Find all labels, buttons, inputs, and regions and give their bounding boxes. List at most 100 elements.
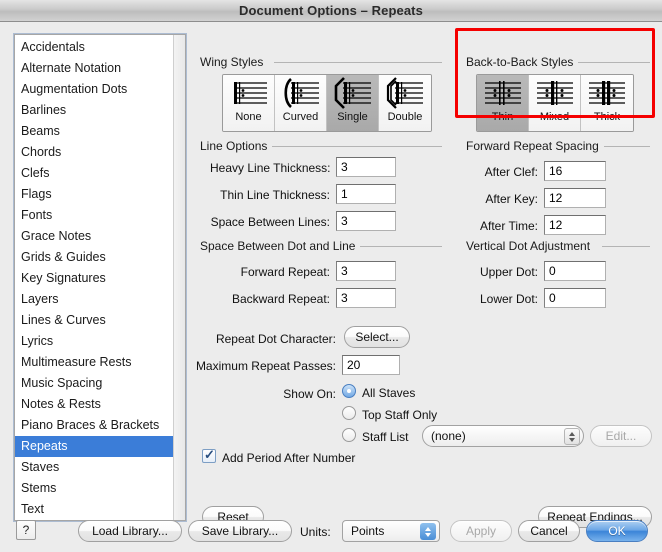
help-button[interactable]: ? — [16, 520, 36, 540]
wing-style-option-curved[interactable]: Curved — [275, 75, 327, 131]
wing-style-label-curved: Curved — [282, 111, 319, 123]
staff-list-dropdown[interactable]: (none) — [422, 425, 584, 447]
add-period-after-number-label: Add Period After Number — [222, 451, 356, 465]
back-to-back-label-mixed: Mixed — [539, 111, 570, 123]
sidebar-item-flags[interactable]: Flags — [15, 184, 173, 205]
units-dropdown[interactable]: Points — [342, 520, 440, 542]
after-key-label: After Key: — [485, 192, 538, 206]
staff-list-value: (none) — [431, 429, 466, 443]
back-to-back-label-thin: Thin — [491, 111, 514, 123]
repeat-barline-curved-icon — [281, 75, 321, 111]
sidebar-item-fonts[interactable]: Fonts — [15, 205, 173, 226]
units-label: Units: — [300, 525, 331, 539]
sidebar-item-clefs[interactable]: Clefs — [15, 163, 173, 184]
cancel-button[interactable]: Cancel — [518, 520, 580, 542]
apply-button[interactable]: Apply — [450, 520, 512, 542]
sidebar-item-staves[interactable]: Staves — [15, 457, 173, 478]
backward-repeat-input[interactable]: 3 — [336, 288, 396, 308]
sidebar-item-repeats[interactable]: Repeats — [15, 436, 173, 457]
back-to-back-label-thick: Thick — [593, 111, 621, 123]
wing-style-option-double[interactable]: Double — [379, 75, 431, 131]
vertical-dot-adjustment-group-label: Vertical Dot Adjustment — [466, 239, 596, 253]
back-to-back-styles-picker[interactable]: Thin Mixed Thick — [476, 74, 634, 132]
after-key-input[interactable]: 12 — [544, 188, 606, 208]
sidebar-item-music-spacing[interactable]: Music Spacing — [15, 373, 173, 394]
units-stepper-icon[interactable] — [420, 523, 436, 540]
show-on-radio-top-staff-only[interactable] — [342, 406, 356, 420]
space-between-lines-input[interactable]: 3 — [336, 211, 396, 231]
forward-repeat-label: Forward Repeat: — [240, 265, 330, 279]
space-between-dot-and-line-group-rule — [356, 246, 442, 247]
wing-styles-picker[interactable]: None Curved Single Double — [222, 74, 432, 132]
sidebar-item-stems[interactable]: Stems — [15, 478, 173, 499]
ok-button[interactable]: OK — [586, 520, 648, 542]
category-list-scrollbar[interactable] — [173, 35, 185, 520]
after-clef-label: After Clef: — [484, 165, 538, 179]
line-options-group-rule — [272, 146, 442, 147]
sidebar-item-accidentals[interactable]: Accidentals — [15, 37, 173, 58]
show-on-radio-all-staves[interactable] — [342, 384, 356, 398]
load-library-button[interactable]: Load Library... — [78, 520, 182, 542]
upper-dot-input[interactable]: 0 — [544, 261, 606, 281]
after-clef-input[interactable]: 16 — [544, 161, 606, 181]
show-on-label-top-staff-only: Top Staff Only — [362, 408, 438, 422]
sidebar-item-beams[interactable]: Beams — [15, 121, 173, 142]
back-to-back-styles-group-rule — [574, 62, 650, 63]
heavy-line-thickness-input[interactable]: 3 — [336, 157, 396, 177]
thin-line-thickness-input[interactable]: 1 — [336, 184, 396, 204]
forward-repeat-spacing-group-label: Forward Repeat Spacing — [466, 139, 604, 153]
category-list-items[interactable]: Accidentals Alternate Notation Augmentatio… — [15, 37, 173, 520]
sidebar-item-piano-braces-brackets[interactable]: Piano Braces & Brackets — [15, 415, 173, 436]
maximum-repeat-passes-label: Maximum Repeat Passes: — [195, 359, 336, 373]
edit-staff-list-button[interactable]: Edit... — [590, 425, 652, 447]
sidebar-item-lyrics[interactable]: Lyrics — [15, 331, 173, 352]
back-to-back-mixed-icon — [534, 75, 576, 111]
maximum-repeat-passes-input[interactable]: 20 — [342, 355, 400, 375]
lower-dot-input[interactable]: 0 — [544, 288, 606, 308]
repeat-barline-double-icon — [385, 75, 425, 111]
repeat-dot-character-label: Repeat Dot Character: — [215, 332, 336, 346]
wing-style-option-single[interactable]: Single — [327, 75, 379, 131]
show-on-label-staff-list: Staff List — [362, 430, 409, 444]
sidebar-item-notes-rests[interactable]: Notes & Rests — [15, 394, 173, 415]
document-options-dialog: Accidentals Alternate Notation Augmentatio… — [0, 22, 662, 552]
forward-repeat-spacing-group-rule — [596, 146, 650, 147]
after-time-input[interactable]: 12 — [544, 215, 606, 235]
sidebar-item-multimeasure-rests[interactable]: Multimeasure Rests — [15, 352, 173, 373]
sidebar-item-barlines[interactable]: Barlines — [15, 100, 173, 121]
sidebar-item-augmentation-dots[interactable]: Augmentation Dots — [15, 79, 173, 100]
back-to-back-styles-group-label: Back-to-Back Styles — [466, 55, 579, 69]
window-title: Document Options – Repeats — [239, 3, 423, 18]
wing-style-label-none: None — [235, 111, 262, 123]
wing-style-option-none[interactable]: None — [223, 75, 275, 131]
window-title-bar[interactable]: Document Options – Repeats — [0, 0, 662, 22]
show-on-label-all-staves: All Staves — [362, 386, 416, 400]
sidebar-item-grids-guides[interactable]: Grids & Guides — [15, 247, 173, 268]
sidebar-item-chords[interactable]: Chords — [15, 142, 173, 163]
select-dot-character-button[interactable]: Select... — [344, 326, 410, 348]
staff-list-stepper-icon[interactable] — [564, 428, 580, 445]
repeat-barline-single-icon — [333, 75, 373, 111]
category-list[interactable]: Accidentals Alternate Notation Augmentatio… — [14, 34, 186, 521]
show-on-label: Show On: — [283, 387, 336, 401]
vertical-dot-adjustment-group-rule — [602, 246, 650, 247]
forward-repeat-input[interactable]: 3 — [336, 261, 396, 281]
back-to-back-option-thick[interactable]: Thick — [581, 75, 633, 131]
back-to-back-option-mixed[interactable]: Mixed — [529, 75, 581, 131]
sidebar-item-lines-curves[interactable]: Lines & Curves — [15, 310, 173, 331]
sidebar-item-text[interactable]: Text — [15, 499, 173, 520]
upper-dot-label: Upper Dot: — [479, 265, 538, 279]
space-between-dot-and-line-group-label: Space Between Dot and Line — [200, 239, 361, 253]
back-to-back-option-thin[interactable]: Thin — [477, 75, 529, 131]
sidebar-item-alternate-notation[interactable]: Alternate Notation — [15, 58, 173, 79]
sidebar-item-layers[interactable]: Layers — [15, 289, 173, 310]
sidebar-item-key-signatures[interactable]: Key Signatures — [15, 268, 173, 289]
wing-styles-group-label: Wing Styles — [200, 55, 269, 69]
show-on-radio-staff-list[interactable] — [342, 428, 356, 442]
back-to-back-thin-icon — [482, 75, 524, 111]
sidebar-item-grace-notes[interactable]: Grace Notes — [15, 226, 173, 247]
back-to-back-thick-icon — [586, 75, 628, 111]
backward-repeat-label: Backward Repeat: — [231, 292, 330, 306]
save-library-button[interactable]: Save Library... — [188, 520, 292, 542]
add-period-after-number-checkbox[interactable] — [202, 447, 216, 463]
